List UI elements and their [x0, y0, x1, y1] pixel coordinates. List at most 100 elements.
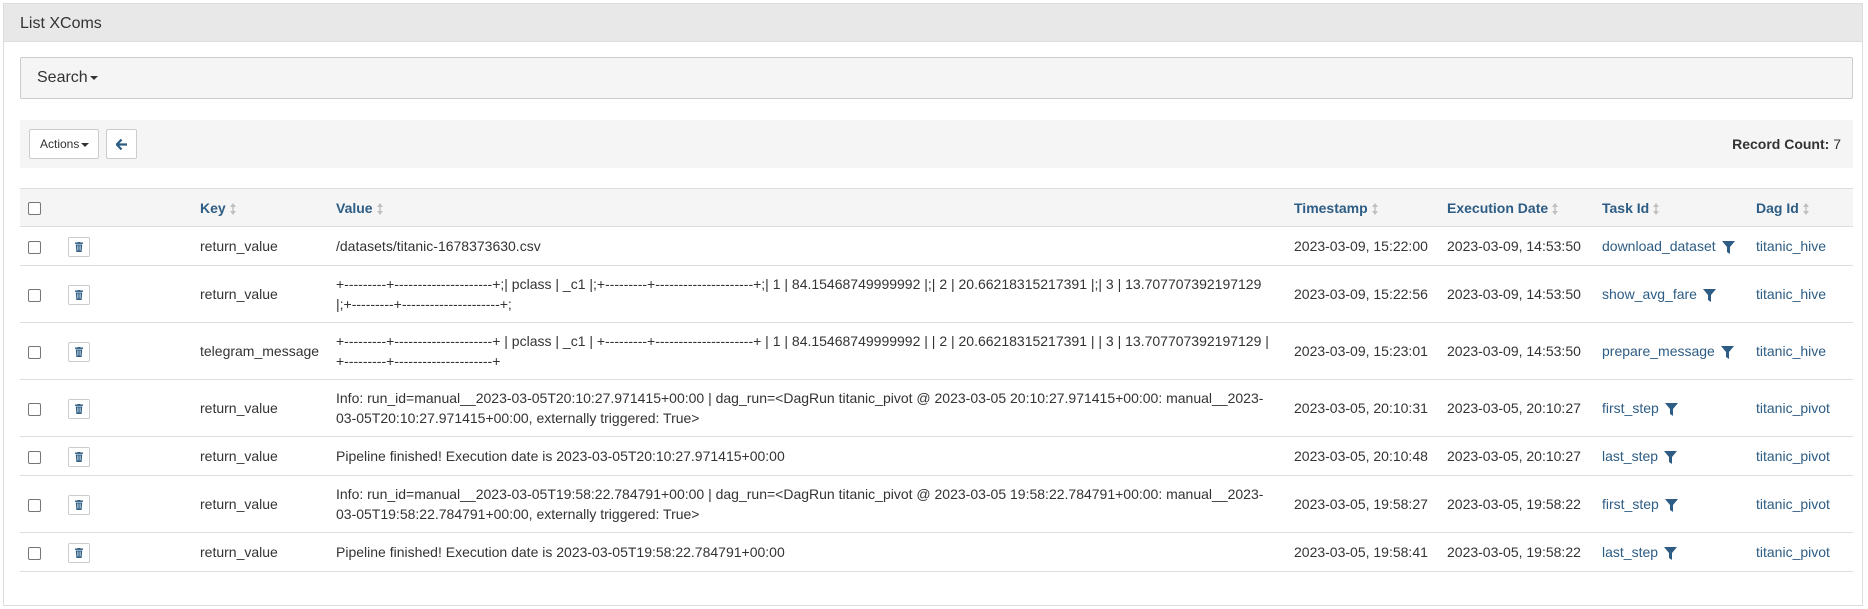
cell-key: return_value [192, 475, 328, 533]
cell-task-id: first_step [1594, 475, 1748, 533]
row-checkbox[interactable] [28, 240, 41, 254]
dag-id-link[interactable]: titanic_pivot [1756, 448, 1830, 464]
row-actions-cell [46, 322, 192, 380]
cell-timestamp: 2023-03-09, 15:23:01 [1286, 322, 1439, 380]
cell-task-id: last_step [1594, 436, 1748, 476]
table-row: return_value +---------+----------------… [20, 265, 1853, 323]
column-label: Execution Date [1447, 199, 1549, 216]
column-header-key[interactable]: Key [192, 188, 328, 227]
list-toolbar: Actions Record Count: 7 [20, 120, 1853, 168]
cell-key: return_value [192, 265, 328, 323]
column-header-dag-id[interactable]: Dag Id [1748, 188, 1853, 227]
cell-timestamp: 2023-03-09, 15:22:00 [1286, 226, 1439, 266]
delete-button[interactable] [68, 494, 90, 515]
page-title: List XComs [4, 4, 1862, 42]
actions-dropdown-button[interactable]: Actions [29, 129, 99, 159]
cell-value: Pipeline finished! Execution date is 202… [328, 532, 1286, 572]
xcom-table: Key Value Timestamp Execution Date Task … [20, 188, 1853, 572]
cell-timestamp: 2023-03-05, 20:10:31 [1286, 379, 1439, 437]
select-all-cell [20, 188, 46, 227]
column-label: Value [336, 199, 373, 216]
sort-icon [1552, 202, 1559, 215]
sort-icon [229, 202, 236, 215]
cell-task-id: last_step [1594, 532, 1748, 572]
row-actions-cell [46, 379, 192, 437]
cell-key: telegram_message [192, 322, 328, 380]
task-id-link[interactable]: first_step [1602, 400, 1659, 416]
task-id-link[interactable]: first_step [1602, 496, 1659, 512]
dag-id-link[interactable]: titanic_hive [1756, 286, 1826, 302]
task-id-link[interactable]: show_avg_fare [1602, 286, 1697, 302]
cell-key: return_value [192, 379, 328, 437]
xcom-list-panel: List XComs Search Actions Record Count: … [3, 3, 1863, 606]
table-row: return_value Info: run_id=manual__2023-0… [20, 475, 1853, 533]
row-checkbox[interactable] [28, 345, 41, 359]
column-header-timestamp[interactable]: Timestamp [1286, 188, 1439, 227]
filter-icon[interactable] [1664, 546, 1678, 560]
filter-icon[interactable] [1721, 240, 1735, 254]
delete-button[interactable] [68, 341, 90, 362]
record-count-value: 7 [1833, 136, 1841, 152]
task-id-link[interactable]: last_step [1602, 448, 1658, 464]
filter-icon[interactable] [1720, 345, 1734, 359]
filter-icon[interactable] [1702, 288, 1716, 302]
table-row: return_value Pipeline finished! Executio… [20, 532, 1853, 572]
trash-icon [75, 241, 83, 252]
row-checkbox[interactable] [28, 546, 41, 560]
task-id-link[interactable]: download_dataset [1602, 238, 1716, 254]
cell-value: +---------+---------------------+ | pcla… [328, 322, 1286, 380]
search-toggle[interactable]: Search [20, 57, 1853, 99]
column-header-task-id[interactable]: Task Id [1594, 188, 1748, 227]
filter-icon[interactable] [1664, 450, 1678, 464]
delete-button[interactable] [68, 446, 90, 467]
cell-execution-date: 2023-03-05, 19:58:22 [1439, 532, 1594, 572]
row-select-cell [20, 322, 46, 380]
column-header-execution-date[interactable]: Execution Date [1439, 188, 1594, 227]
cell-task-id: prepare_message [1594, 322, 1748, 380]
table-row: return_value Pipeline finished! Executio… [20, 436, 1853, 476]
delete-button[interactable] [68, 236, 90, 257]
sort-icon [1802, 202, 1809, 215]
row-checkbox[interactable] [28, 288, 41, 302]
cell-execution-date: 2023-03-09, 14:53:50 [1439, 226, 1594, 266]
select-all-checkbox[interactable] [28, 202, 41, 216]
cell-value: /datasets/titanic-1678373630.csv [328, 226, 1286, 266]
delete-button[interactable] [68, 542, 90, 563]
trash-icon [75, 547, 83, 558]
row-checkbox[interactable] [28, 450, 41, 464]
delete-button[interactable] [68, 284, 90, 305]
back-button[interactable] [106, 129, 137, 159]
row-checkbox[interactable] [28, 498, 41, 512]
dag-id-link[interactable]: titanic_pivot [1756, 544, 1830, 560]
search-label: Search [37, 69, 88, 86]
cell-timestamp: 2023-03-05, 20:10:48 [1286, 436, 1439, 476]
column-header-value[interactable]: Value [328, 188, 1286, 227]
sort-icon [1371, 202, 1378, 215]
row-actions-cell [46, 436, 192, 476]
trash-icon [75, 289, 83, 300]
delete-button[interactable] [68, 398, 90, 419]
row-select-cell [20, 265, 46, 323]
dag-id-link[interactable]: titanic_pivot [1756, 496, 1830, 512]
dag-id-link[interactable]: titanic_hive [1756, 343, 1826, 359]
sort-icon [1653, 202, 1660, 215]
trash-icon [75, 451, 83, 462]
cell-dag-id: titanic_pivot [1748, 475, 1853, 533]
task-id-link[interactable]: prepare_message [1602, 343, 1715, 359]
cell-execution-date: 2023-03-09, 14:53:50 [1439, 265, 1594, 323]
task-id-link[interactable]: last_step [1602, 544, 1658, 560]
cell-key: return_value [192, 532, 328, 572]
cell-dag-id: titanic_hive [1748, 265, 1853, 323]
column-label: Task Id [1602, 199, 1650, 216]
dag-id-link[interactable]: titanic_pivot [1756, 400, 1830, 416]
filter-icon[interactable] [1664, 498, 1678, 512]
filter-icon[interactable] [1664, 402, 1678, 416]
cell-dag-id: titanic_hive [1748, 226, 1853, 266]
row-checkbox[interactable] [28, 402, 41, 416]
caret-down-icon [89, 75, 98, 80]
column-label: Timestamp [1294, 199, 1368, 216]
cell-dag-id: titanic_pivot [1748, 436, 1853, 476]
cell-task-id: first_step [1594, 379, 1748, 437]
dag-id-link[interactable]: titanic_hive [1756, 238, 1826, 254]
cell-value: +---------+---------------------+;| pcla… [328, 265, 1286, 323]
